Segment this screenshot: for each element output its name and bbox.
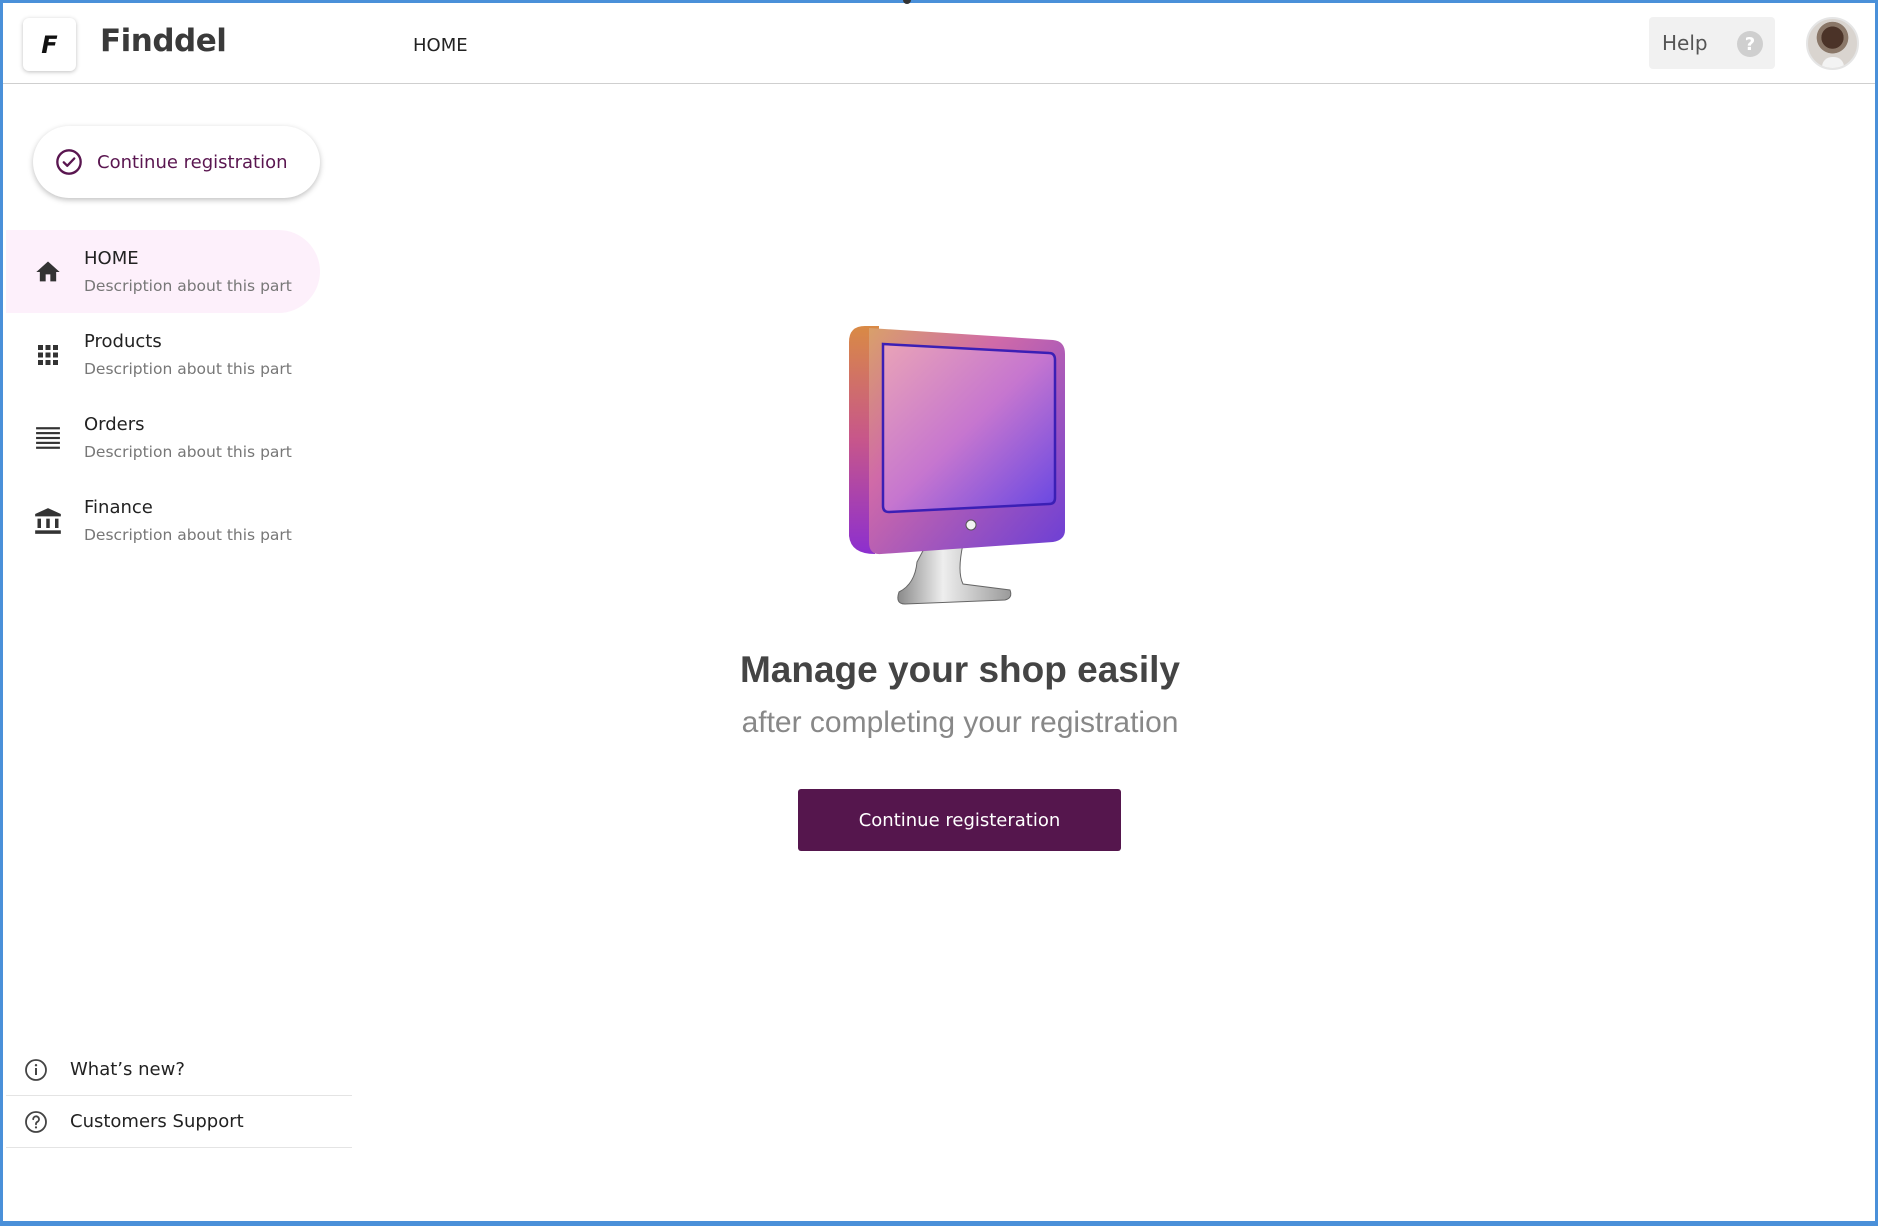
whats-new-label: What’s new?: [70, 1059, 185, 1080]
continue-registration-button[interactable]: Continue registeration: [798, 789, 1121, 851]
sidebar-item-description: Description about this part: [84, 277, 292, 295]
page-headline: Manage your shop easily: [739, 649, 1181, 690]
customers-support-label: Customers Support: [70, 1111, 244, 1132]
sidebar-item-orders[interactable]: Orders Description about this part: [6, 396, 320, 479]
info-icon: [25, 1058, 47, 1081]
bank-icon: [30, 503, 66, 539]
help-label: Help: [1662, 31, 1708, 55]
sidebar-item-label: Orders: [84, 414, 145, 435]
sidebar-footer: What’s new? Customers Support: [6, 1044, 352, 1148]
sidebar-item-label: Finance: [84, 497, 153, 518]
top-nav-home[interactable]: HOME: [413, 35, 468, 56]
page-subheadline: after completing your registration: [741, 706, 1179, 739]
brand-name: Finddel: [100, 23, 227, 59]
sidebar-item-description: Description about this part: [84, 360, 292, 378]
sidebar-item-description: Description about this part: [84, 443, 292, 461]
monitor-illustration: [849, 326, 1065, 605]
list-icon: [30, 420, 66, 456]
help-circle-icon: [25, 1110, 47, 1133]
continue-registration-pill[interactable]: Continue registration: [33, 126, 320, 198]
check-circle-icon: [56, 149, 82, 175]
sidebar-item-description: Description about this part: [84, 526, 292, 544]
logo[interactable]: F: [23, 18, 76, 71]
home-icon: [30, 254, 66, 290]
top-header: F Finddel HOME Help ?: [3, 3, 1875, 84]
help-button[interactable]: Help ?: [1649, 17, 1775, 69]
sidebar-item-label: Products: [84, 331, 162, 352]
continue-registration-label: Continue registration: [97, 151, 288, 173]
sidebar-item-home[interactable]: HOME Description about this part: [6, 230, 320, 313]
avatar[interactable]: [1806, 17, 1859, 70]
sidebar-item-label: HOME: [84, 248, 139, 269]
whats-new-link[interactable]: What’s new?: [6, 1044, 352, 1096]
grid-icon: [30, 337, 66, 373]
question-icon: ?: [1737, 31, 1763, 57]
sidebar-item-products[interactable]: Products Description about this part: [6, 313, 320, 396]
customers-support-link[interactable]: Customers Support: [6, 1096, 352, 1148]
sidebar-item-finance[interactable]: Finance Description about this part: [6, 479, 320, 562]
sidebar-nav: HOME Description about this part Product…: [6, 230, 320, 562]
